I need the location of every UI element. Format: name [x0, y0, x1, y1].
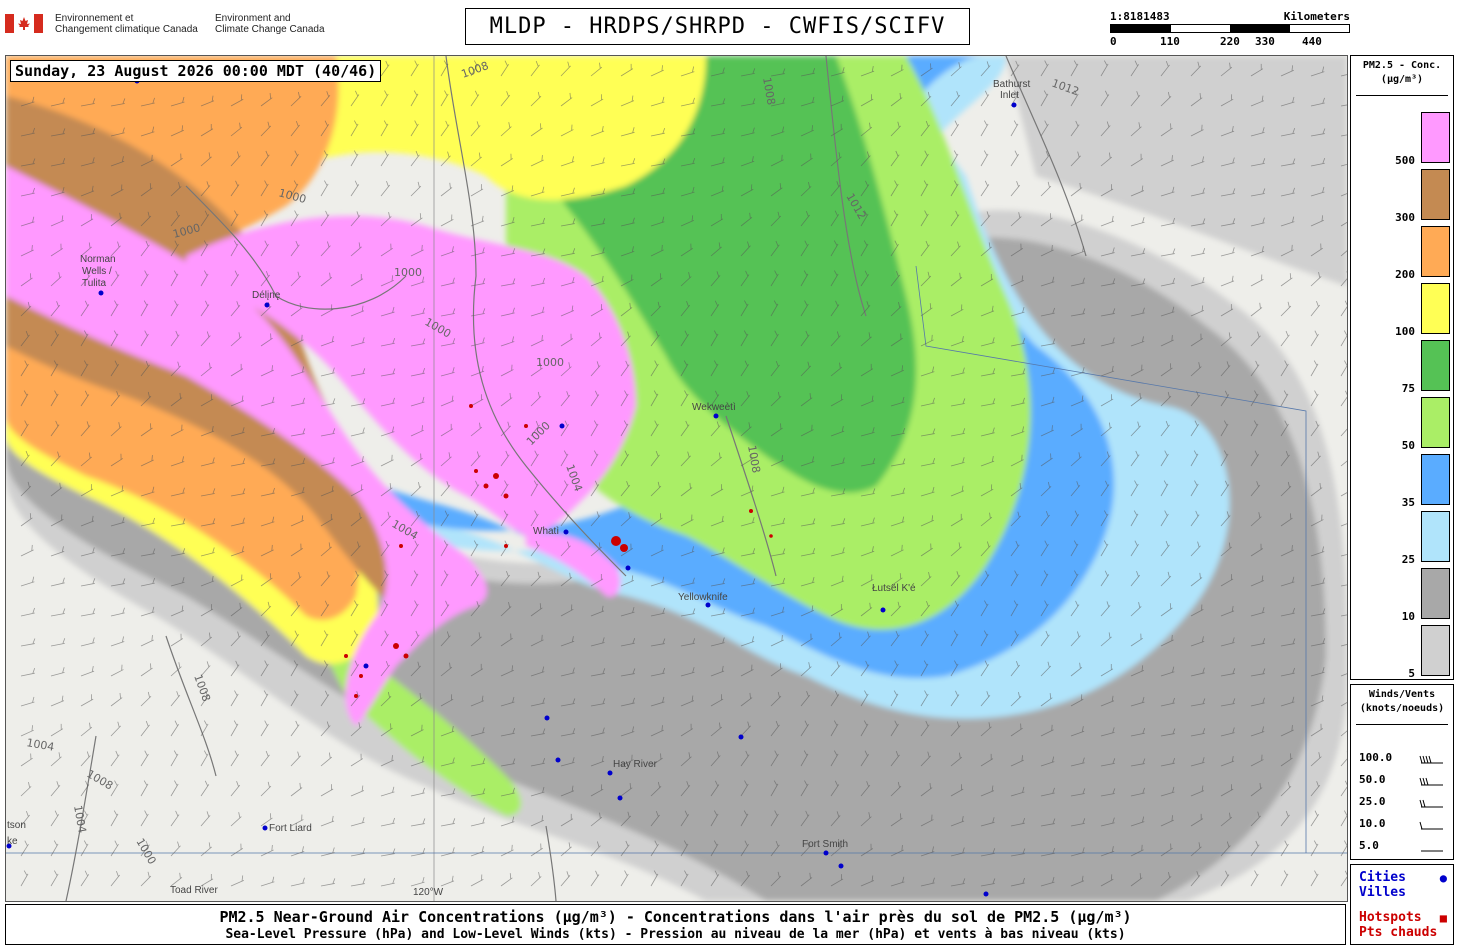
- isobar-label: 1000: [394, 266, 422, 279]
- pm25-swatch: [1421, 454, 1450, 505]
- smoke-forecast-map[interactable]: 1008 1000 1000 1000 1000 1000 1000 1004 …: [5, 55, 1348, 902]
- scale-tick: 110: [1160, 35, 1180, 48]
- org-name-fr: Environnement et Changement climatique C…: [55, 13, 198, 35]
- hotspots-label-fr: Pts chauds: [1359, 925, 1438, 940]
- page-title: MLDP - HRDPS/SHRPD - CWFIS/SCIFV: [465, 8, 970, 45]
- scale-bar: 1:8181483 Kilometers 0 110 220 330 440: [1110, 10, 1355, 50]
- header: Environnement et Changement climatique C…: [0, 0, 1460, 52]
- place-label-hayriver: Hay River: [613, 759, 657, 770]
- cities-label-en: Cities: [1359, 870, 1406, 885]
- forecast-timestamp: Sunday, 23 August 2026 00:00 MDT (40/46): [10, 60, 382, 82]
- place-label-norman: Norman: [80, 254, 116, 265]
- scale-bar-graphic: [1110, 24, 1350, 33]
- caption-secondary: Sea-Level Pressure (hPa) and Low-Level W…: [225, 927, 1126, 942]
- legend-divider: [1356, 95, 1448, 96]
- isobar-label: 1000: [536, 356, 564, 369]
- hotspots-label-en: Hotspots: [1359, 910, 1422, 925]
- wind-legend-title-line1: Winds/Vents: [1368, 689, 1436, 700]
- scale-ratio: 1:8181483: [1110, 10, 1170, 23]
- wind-barb-icon: [1419, 821, 1443, 830]
- place-label-bathurst: Bathurst: [993, 79, 1031, 90]
- wind-barb-icon: [1419, 777, 1443, 786]
- place-label-inlet: Inlet: [1000, 90, 1019, 101]
- place-label-deline: Délįnę: [252, 290, 281, 301]
- place-label-wells: Wells /: [82, 266, 112, 277]
- wind-speed-label: 10.0: [1359, 817, 1386, 830]
- place-label-whati: Whatì: [533, 526, 560, 537]
- place-label-tson: tson: [7, 820, 26, 831]
- pm25-legend-title: PM2.5 - Conc. (µg/m³): [1351, 59, 1453, 87]
- pm25-swatch: [1421, 625, 1450, 676]
- scale-tick: 330: [1255, 35, 1275, 48]
- org-fr-line1: Environnement et: [55, 13, 134, 24]
- pm25-legend-title-line1: PM2.5 - Conc.: [1362, 60, 1442, 71]
- cities-label-fr: Villes: [1359, 885, 1406, 900]
- canada-flag-icon: [5, 14, 43, 33]
- pm25-legend-title-line2: (µg/m³): [1380, 74, 1424, 85]
- wind-speed-label: 50.0: [1359, 773, 1386, 786]
- place-label-toadriver: Toad River: [170, 885, 218, 896]
- place-label-fortliard: Fort Liard: [269, 823, 312, 834]
- scale-tick: 220: [1220, 35, 1240, 48]
- scale-unit: Kilometers: [1283, 10, 1350, 23]
- pm25-swatch: [1421, 169, 1450, 220]
- wind-barb-icon: [1421, 850, 1443, 852]
- legend-divider: [1356, 724, 1448, 725]
- wind-speed-label: 100.0: [1359, 751, 1393, 764]
- pm25-swatch: [1421, 511, 1450, 562]
- pm25-legend: PM2.5 - Conc. (µg/m³) 500 300 200 100 75 50 35…: [1350, 55, 1454, 680]
- wind-legend-title: Winds/Vents (knots/noeuds): [1351, 688, 1453, 716]
- org-fr-line2: Changement climatique Canada: [55, 24, 198, 35]
- place-label-fortsmith: Fort Smith: [802, 839, 849, 850]
- pm25-level-label: 35: [1401, 496, 1415, 509]
- wind-barb-icon: [1419, 755, 1443, 764]
- wind-speed-label: 25.0: [1359, 795, 1386, 808]
- pm25-swatch: [1421, 340, 1450, 391]
- pm25-level-label: 500: [1395, 154, 1415, 167]
- place-label-ke: ke: [7, 836, 18, 847]
- pm25-swatch: [1421, 397, 1450, 448]
- pm25-level-label: 100: [1395, 325, 1415, 338]
- pm25-swatch: [1421, 283, 1450, 334]
- pm25-level-label: 5: [1408, 667, 1415, 680]
- pm25-level-label: 75: [1401, 382, 1415, 395]
- scale-tick: 0: [1110, 35, 1117, 48]
- wind-legend-title-line2: (knots/noeuds): [1359, 703, 1445, 714]
- pm25-level-label: 25: [1401, 553, 1415, 566]
- wind-barb-icon: [1419, 799, 1443, 808]
- wind-legend: Winds/Vents (knots/noeuds) 100.0 50.0 25.0…: [1350, 684, 1454, 860]
- meridian-label: 120°W: [413, 887, 444, 898]
- pm25-swatch: [1421, 568, 1450, 619]
- city-dot-icon: ●: [1439, 871, 1447, 885]
- org-en-line1: Environment and: [215, 13, 291, 24]
- place-label-tulita: Tulita: [82, 278, 107, 289]
- wind-speed-label: 5.0: [1359, 839, 1379, 852]
- pm25-level-label: 200: [1395, 268, 1415, 281]
- pm25-level-label: 300: [1395, 211, 1415, 224]
- place-label-lutselke: Łutsël K'é: [872, 583, 916, 594]
- caption-footer: PM2.5 Near-Ground Air Concentrations (µg…: [5, 904, 1346, 945]
- hotspot-square-icon: ■: [1439, 911, 1447, 925]
- org-en-line2: Climate Change Canada: [215, 24, 325, 35]
- map-canvas: 1008 1000 1000 1000 1000 1000 1000 1004 …: [6, 56, 1347, 901]
- scale-tick: 440: [1302, 35, 1322, 48]
- pm25-level-label: 10: [1401, 610, 1415, 623]
- pm25-swatch: [1421, 226, 1450, 277]
- pm25-level-label: 50: [1401, 439, 1415, 452]
- government-logo: Environnement et Changement climatique C…: [5, 10, 335, 40]
- caption-primary: PM2.5 Near-Ground Air Concentrations (µg…: [219, 908, 1132, 926]
- place-label-yellowknife: Yellowknife: [678, 592, 728, 603]
- points-legend: Cities Villes ● Hotspots Pts chauds ■: [1350, 864, 1454, 945]
- place-label-wekweeti: Wekweètì: [692, 402, 736, 413]
- pm25-swatch: [1421, 112, 1450, 163]
- org-name-en: Environment and Climate Change Canada: [215, 13, 325, 35]
